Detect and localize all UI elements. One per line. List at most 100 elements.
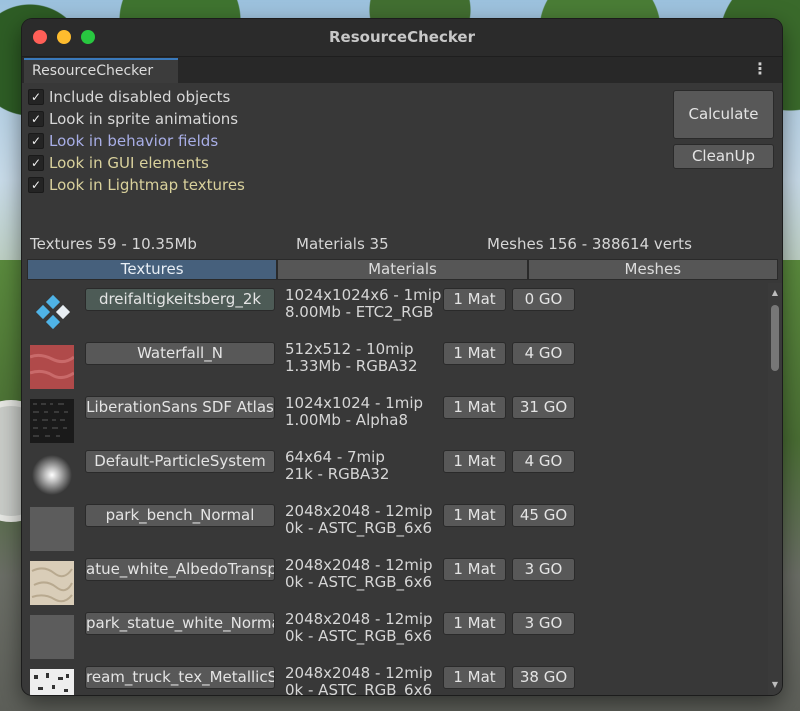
texture-size-format: 0k - ASTC_RGB_6x6 bbox=[285, 573, 433, 591]
checkbox[interactable]: ✓ bbox=[28, 111, 44, 127]
texture-name-button[interactable]: park_statue_white_Norma bbox=[85, 612, 275, 635]
texture-size-format: 1.00Mb - Alpha8 bbox=[285, 411, 409, 429]
texture-name-button[interactable]: Waterfall_N bbox=[85, 342, 275, 365]
texture-size-format: 21k - RGBA32 bbox=[285, 465, 390, 483]
option-gui-elements[interactable]: ✓ Look in GUI elements bbox=[28, 152, 245, 174]
checkbox[interactable]: ✓ bbox=[28, 89, 44, 105]
texture-row: park_bench_Normal 2048x2048 - 12mip 0k -… bbox=[22, 499, 767, 553]
texture-info: 2048x2048 - 12mip 0k - ASTC_RGB_6x6 bbox=[285, 664, 433, 696]
texture-dimensions: 512x512 - 10mip bbox=[285, 340, 414, 358]
window-title: ResourceChecker bbox=[329, 28, 475, 46]
category-tabs: Textures Materials Meshes bbox=[27, 259, 778, 280]
option-label: Look in GUI elements bbox=[49, 154, 209, 172]
option-label: Look in Lightmap textures bbox=[49, 176, 245, 194]
title-bar[interactable]: ResourceChecker bbox=[22, 19, 782, 57]
textures-stats: Textures 59 - 10.35Mb bbox=[30, 235, 197, 253]
tab-textures[interactable]: Textures bbox=[27, 259, 278, 280]
texture-thumbnail-icon[interactable] bbox=[30, 453, 74, 497]
texture-info: 1024x1024x6 - 1mip 8.00Mb - ETC2_RGB bbox=[285, 287, 441, 321]
texture-name-button[interactable]: atue_white_AlbedoTransp bbox=[85, 558, 275, 581]
texture-dimensions: 1024x1024 - 1mip bbox=[285, 394, 424, 412]
gameobjects-count-button[interactable]: 0 GO bbox=[512, 288, 575, 311]
texture-row: atue_white_AlbedoTransp 2048x2048 - 12mi… bbox=[22, 553, 767, 607]
checkbox[interactable]: ✓ bbox=[28, 177, 44, 193]
texture-name-button[interactable]: dreifaltigkeitsberg_2k bbox=[85, 288, 275, 311]
scroll-down-arrow-icon[interactable]: ▼ bbox=[768, 679, 782, 691]
texture-thumbnail-icon[interactable] bbox=[30, 561, 74, 605]
texture-row: Default-ParticleSystem 64x64 - 7mip 21k … bbox=[22, 445, 767, 499]
texture-row: LiberationSans SDF Atlas 1024x1024 - 1mi… bbox=[22, 391, 767, 445]
texture-thumbnail-icon[interactable] bbox=[30, 507, 74, 551]
texture-info: 2048x2048 - 12mip 0k - ASTC_RGB_6x6 bbox=[285, 611, 433, 645]
texture-list: dreifaltigkeitsberg_2k 1024x1024x6 - 1mi… bbox=[22, 283, 767, 695]
texture-size-format: 8.00Mb - ETC2_RGB bbox=[285, 303, 434, 321]
texture-size-format: 0k - ASTC_RGB_6x6 bbox=[285, 681, 433, 696]
resource-checker-window: ResourceChecker ResourceChecker ⋮ ✓ Incl… bbox=[22, 19, 782, 695]
materials-stats: Materials 35 bbox=[296, 235, 389, 253]
option-label: Look in behavior fields bbox=[49, 132, 219, 150]
option-behavior-fields[interactable]: ✓ Look in behavior fields bbox=[28, 130, 245, 152]
scrollbar-thumb[interactable] bbox=[771, 305, 779, 371]
texture-thumbnail-icon[interactable] bbox=[30, 615, 74, 659]
materials-count-button[interactable]: 1 Mat bbox=[443, 288, 506, 311]
texture-dimensions: 2048x2048 - 12mip bbox=[285, 556, 433, 574]
texture-info: 512x512 - 10mip 1.33Mb - RGBA32 bbox=[285, 341, 418, 375]
texture-dimensions: 2048x2048 - 12mip bbox=[285, 502, 433, 520]
texture-name-button[interactable]: park_bench_Normal bbox=[85, 504, 275, 527]
texture-name-button[interactable]: ream_truck_tex_MetallicS bbox=[85, 666, 275, 689]
materials-count-button[interactable]: 1 Mat bbox=[443, 450, 506, 473]
tab-bar: ResourceChecker ⋮ bbox=[22, 57, 782, 83]
texture-name-button[interactable]: LiberationSans SDF Atlas bbox=[85, 396, 275, 419]
texture-row: dreifaltigkeitsberg_2k 1024x1024x6 - 1mi… bbox=[22, 283, 767, 337]
option-label: Look in sprite animations bbox=[49, 110, 239, 128]
texture-row: ream_truck_tex_MetallicS 2048x2048 - 12m… bbox=[22, 661, 767, 695]
tab-materials[interactable]: Materials bbox=[277, 259, 528, 280]
materials-count-button[interactable]: 1 Mat bbox=[443, 342, 506, 365]
gameobjects-count-button[interactable]: 4 GO bbox=[512, 450, 575, 473]
texture-info: 2048x2048 - 12mip 0k - ASTC_RGB_6x6 bbox=[285, 557, 433, 591]
materials-count-button[interactable]: 1 Mat bbox=[443, 396, 506, 419]
checkbox[interactable]: ✓ bbox=[28, 133, 44, 149]
texture-size-format: 0k - ASTC_RGB_6x6 bbox=[285, 519, 433, 537]
gameobjects-count-button[interactable]: 45 GO bbox=[512, 504, 575, 527]
materials-count-button[interactable]: 1 Mat bbox=[443, 504, 506, 527]
texture-row: Waterfall_N 512x512 - 10mip 1.33Mb - RGB… bbox=[22, 337, 767, 391]
checkbox[interactable]: ✓ bbox=[28, 155, 44, 171]
cleanup-button[interactable]: CleanUp bbox=[673, 144, 774, 169]
option-include-disabled[interactable]: ✓ Include disabled objects bbox=[28, 86, 245, 108]
texture-thumbnail-icon[interactable] bbox=[30, 669, 74, 695]
tab-resource-checker[interactable]: ResourceChecker bbox=[24, 58, 178, 83]
gameobjects-count-button[interactable]: 4 GO bbox=[512, 342, 575, 365]
list-scrollbar[interactable]: ▲ ▼ bbox=[768, 283, 782, 695]
texture-name-button[interactable]: Default-ParticleSystem bbox=[85, 450, 275, 473]
gameobjects-count-button[interactable]: 3 GO bbox=[512, 558, 575, 581]
materials-count-button[interactable]: 1 Mat bbox=[443, 612, 506, 635]
gameobjects-count-button[interactable]: 38 GO bbox=[512, 666, 575, 689]
materials-count-button[interactable]: 1 Mat bbox=[443, 558, 506, 581]
texture-dimensions: 1024x1024x6 - 1mip bbox=[285, 286, 442, 304]
texture-info: 2048x2048 - 12mip 0k - ASTC_RGB_6x6 bbox=[285, 503, 433, 537]
texture-thumbnail-icon[interactable] bbox=[30, 345, 74, 389]
texture-thumbnail-icon[interactable] bbox=[30, 399, 74, 443]
scroll-up-arrow-icon[interactable]: ▲ bbox=[768, 287, 782, 299]
tab-meshes[interactable]: Meshes bbox=[527, 259, 778, 280]
gameobjects-count-button[interactable]: 3 GO bbox=[512, 612, 575, 635]
materials-count-button[interactable]: 1 Mat bbox=[443, 666, 506, 689]
texture-dimensions: 2048x2048 - 12mip bbox=[285, 610, 433, 628]
more-menu-icon[interactable]: ⋮ bbox=[752, 61, 768, 77]
meshes-stats: Meshes 156 - 388614 verts bbox=[487, 235, 692, 253]
option-sprite-animations[interactable]: ✓ Look in sprite animations bbox=[28, 108, 245, 130]
texture-size-format: 1.33Mb - RGBA32 bbox=[285, 357, 418, 375]
option-lightmap-textures[interactable]: ✓ Look in Lightmap textures bbox=[28, 174, 245, 196]
calculate-button[interactable]: Calculate bbox=[673, 90, 774, 139]
texture-dimensions: 64x64 - 7mip bbox=[285, 448, 385, 466]
texture-info: 1024x1024 - 1mip 1.00Mb - Alpha8 bbox=[285, 395, 423, 429]
option-label: Include disabled objects bbox=[49, 88, 231, 106]
gameobjects-count-button[interactable]: 31 GO bbox=[512, 396, 575, 419]
texture-size-format: 0k - ASTC_RGB_6x6 bbox=[285, 627, 433, 645]
texture-info: 64x64 - 7mip 21k - RGBA32 bbox=[285, 449, 389, 483]
texture-row: park_statue_white_Norma 2048x2048 - 12mi… bbox=[22, 607, 767, 661]
options-list: ✓ Include disabled objects ✓ Look in spr… bbox=[28, 86, 245, 196]
texture-thumbnail-icon[interactable] bbox=[30, 291, 74, 335]
texture-dimensions: 2048x2048 - 12mip bbox=[285, 664, 433, 682]
